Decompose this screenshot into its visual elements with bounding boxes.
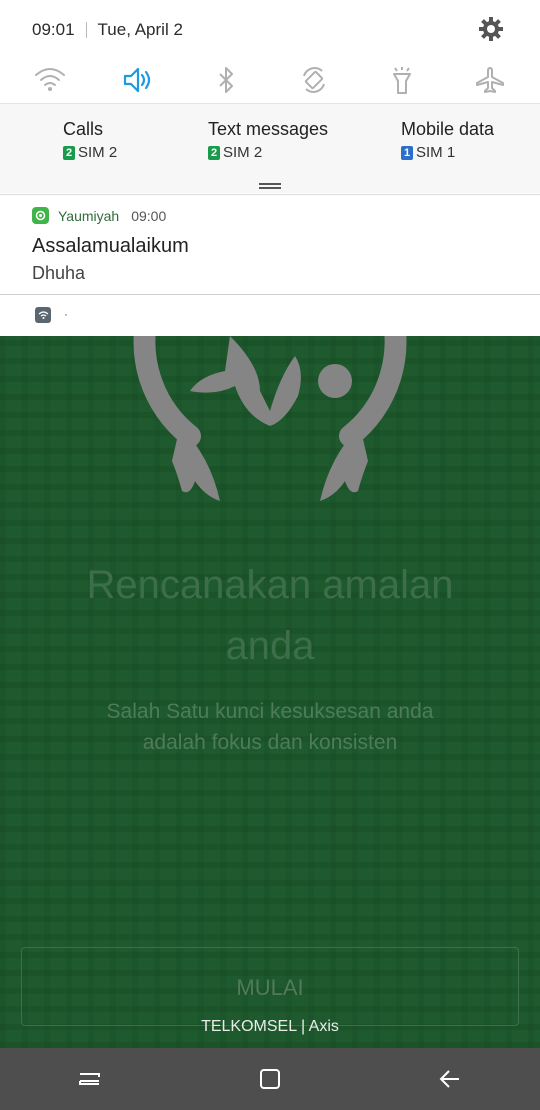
calls-sim[interactable]: Calls 2 SIM 2 (63, 118, 117, 161)
auto-rotate-toggle[interactable] (292, 58, 336, 102)
auto-rotate-icon (303, 67, 325, 93)
calls-label: Calls (63, 119, 104, 139)
sim-badge: 2 (63, 145, 75, 160)
date[interactable]: Tue, April 2 (98, 20, 183, 40)
airplane-mode-icon (476, 67, 504, 93)
notification-shade: 09:01 Tue, April 2 Calls 2 SIM 2 Text me… (0, 0, 540, 336)
sound-toggle[interactable] (116, 58, 160, 102)
clock: 09:01 (32, 20, 75, 39)
recent-apps-icon (79, 1073, 100, 1085)
sim-badge: 1 (401, 145, 413, 160)
recent-apps-button[interactable] (60, 1049, 120, 1109)
text-messages-sim-value: SIM 2 (223, 144, 263, 161)
notification-body: Dhuha (32, 263, 86, 283)
calls-sim-value: SIM 2 (78, 144, 118, 161)
navigation-bar (0, 1048, 540, 1110)
wifi-notification-text: · (64, 307, 68, 321)
quick-settings-row (0, 58, 540, 102)
back-button[interactable] (420, 1049, 480, 1109)
notification-time: 09:00 (131, 207, 167, 224)
flashlight-icon (393, 67, 411, 94)
wifi-notification-row[interactable]: · (0, 295, 540, 336)
text-messages-label: Text messages (208, 119, 329, 139)
drag-handle[interactable] (259, 183, 281, 189)
intro-subtitle-line2: adalah fokus dan konsisten (142, 731, 398, 754)
notification-app-name: Yaumiyah (58, 207, 120, 224)
gear-icon (479, 17, 503, 41)
mobile-data-sim[interactable]: Mobile data 1 SIM 1 (401, 118, 494, 161)
app-background: Rencanakan amalan anda Salah Satu kunci … (0, 336, 540, 1048)
notification-title: Assalamualaikum (32, 235, 189, 257)
sound-icon (123, 67, 151, 93)
wifi-icon (35, 307, 51, 323)
mobile-data-sim-value: SIM 1 (416, 144, 456, 161)
text-messages-sim[interactable]: Text messages 2 SIM 2 (208, 118, 328, 161)
home-icon (260, 1069, 280, 1089)
wifi-toggle[interactable] (28, 58, 72, 102)
mobile-data-label: Mobile data (401, 119, 495, 139)
back-icon (439, 1070, 459, 1088)
home-button[interactable] (240, 1049, 300, 1109)
start-button[interactable]: MULAI (21, 947, 519, 1026)
bluetooth-toggle[interactable] (204, 58, 248, 102)
sim-badge: 2 (208, 145, 220, 160)
flashlight-toggle[interactable] (380, 58, 424, 102)
notification-card[interactable]: Yaumiyah 09:00 Assalamualaikum Dhuha (0, 194, 540, 295)
status-row: 09:01 Tue, April 2 (32, 18, 183, 42)
sim-card-manager: Calls 2 SIM 2 Text messages 2 SIM 2 Mobi… (0, 103, 540, 193)
intro-title-line2: anda (225, 624, 315, 668)
carrier-label: TELKOMSEL | Axis (201, 1018, 339, 1035)
yaumiyah-app-icon (32, 207, 49, 224)
intro-subtitle-line1: Salah Satu kunci kesuksesan anda (106, 700, 434, 723)
intro-title-line1: Rencanakan amalan (86, 563, 454, 607)
settings-button[interactable] (476, 14, 506, 44)
app-logo (133, 336, 407, 501)
notification-header: Yaumiyah 09:00 (32, 207, 166, 224)
divider (85, 22, 87, 38)
airplane-mode-toggle[interactable] (468, 58, 512, 102)
wifi-icon (35, 68, 65, 91)
bluetooth-icon (219, 67, 233, 93)
